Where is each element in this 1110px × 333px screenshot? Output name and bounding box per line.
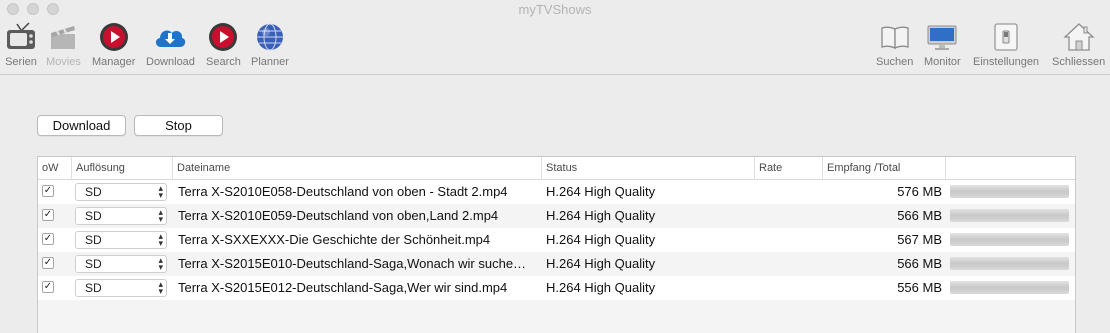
toolbar-label: Serien: [5, 56, 37, 68]
rate-cell: [759, 180, 819, 204]
status-cell: H.264 High Quality: [546, 280, 656, 295]
toolbar-serien-button[interactable]: Serien: [4, 20, 38, 68]
resolution-popup[interactable]: SD ▴ ▾: [75, 255, 167, 273]
toolbar-monitor-button[interactable]: Monitor: [924, 20, 961, 68]
size-cell: 567 MB: [897, 232, 942, 247]
resolution-popup[interactable]: SD ▴ ▾: [75, 183, 167, 201]
resolution-value: SD: [85, 257, 102, 271]
title-bar: myTVShows: [0, 0, 1110, 18]
filename-cell: Terra X-S2010E058-Deutschland von oben -…: [178, 184, 508, 199]
toolbar-label: Monitor: [924, 56, 961, 68]
toolbar-label: Search: [206, 56, 241, 68]
window-title: myTVShows: [518, 2, 592, 17]
table-row[interactable]: ✓ SD ▴ ▾ Terra X-S2010E058-Deutschland von…: [38, 180, 1075, 204]
toolbar-einstellungen-button[interactable]: Einstellungen: [973, 20, 1039, 68]
column-header-status[interactable]: Status: [542, 157, 755, 179]
chevron-updown-icon: ▴ ▾: [158, 231, 163, 248]
toolbar-label: Schliessen: [1052, 56, 1106, 68]
status-cell: H.264 High Quality: [546, 256, 656, 271]
size-cell: 556 MB: [897, 280, 942, 295]
resolution-popup[interactable]: SD ▴ ▾: [75, 279, 167, 297]
chevron-updown-icon: ▴ ▾: [158, 207, 163, 224]
status-cell: H.264 High Quality: [546, 184, 656, 199]
play-circle-icon: [97, 20, 131, 54]
tv-icon: [4, 20, 38, 54]
table-row[interactable]: ✓ SD ▴ ▾ Terra X-S2015E012-Deutschland-Sag…: [38, 276, 1075, 300]
row-checkbox[interactable]: ✓: [42, 233, 54, 245]
resolution-value: SD: [85, 185, 102, 199]
filename-cell: Terra X-S2015E010-Deutschland-Saga,Wonac…: [178, 256, 527, 271]
column-header-resolution[interactable]: Auflösung: [72, 157, 173, 179]
rate-cell: [759, 228, 819, 252]
download-button[interactable]: Download: [37, 115, 126, 136]
play-circle-icon: [206, 20, 240, 54]
column-header-received-total[interactable]: Empfang /Total: [823, 157, 946, 179]
column-header-rate[interactable]: Rate: [755, 157, 823, 179]
rate-cell: [759, 252, 819, 276]
size-cell: 566 MB: [897, 256, 942, 271]
column-header-ow[interactable]: oW: [38, 157, 72, 179]
resolution-popup[interactable]: SD ▴ ▾: [75, 207, 167, 225]
resolution-value: SD: [85, 281, 102, 295]
row-checkbox[interactable]: ✓: [42, 209, 54, 221]
toolbar-label: Suchen: [876, 56, 914, 68]
toolbar: Serien Movies Manager Download Search Pl…: [0, 18, 1110, 75]
toolbar-label: Movies: [46, 56, 81, 68]
toolbar-schliessen-button[interactable]: Schliessen: [1052, 20, 1105, 68]
progress-bar: [950, 281, 1069, 294]
size-cell: 576 MB: [897, 184, 942, 199]
resolution-popup[interactable]: SD ▴ ▾: [75, 231, 167, 249]
switch-icon: [989, 20, 1023, 54]
chevron-updown-icon: ▴ ▾: [158, 183, 163, 200]
resolution-value: SD: [85, 209, 102, 223]
progress-bar: [950, 233, 1069, 246]
filename-cell: Terra X-S2015E012-Deutschland-Saga,Wer w…: [178, 280, 508, 295]
row-checkbox[interactable]: ✓: [42, 257, 54, 269]
progress-bar: [950, 257, 1069, 270]
clapperboard-icon: [46, 20, 80, 54]
toolbar-manager-button[interactable]: Manager: [92, 20, 135, 68]
toolbar-label: Manager: [92, 56, 136, 68]
size-cell: 566 MB: [897, 208, 942, 223]
filename-cell: Terra X-SXXEXXX-Die Geschichte der Schön…: [178, 232, 491, 247]
book-icon: [878, 20, 912, 54]
column-header-filename[interactable]: Dateiname: [173, 157, 542, 179]
chevron-updown-icon: ▴ ▾: [158, 279, 163, 296]
toolbar-download-button[interactable]: Download: [146, 20, 195, 68]
resolution-value: SD: [85, 233, 102, 247]
toolbar-label: Einstellungen: [973, 56, 1040, 68]
column-header-progress: [946, 157, 1075, 179]
globe-icon: [253, 20, 287, 54]
toolbar-movies-button[interactable]: Movies: [46, 20, 81, 68]
toolbar-label: Planner: [251, 56, 289, 68]
toolbar-label: Download: [146, 56, 195, 68]
progress-bar: [950, 209, 1069, 222]
stop-button[interactable]: Stop: [134, 115, 223, 136]
progress-bar: [950, 185, 1069, 198]
table-row[interactable]: ✓ SD ▴ ▾ Terra X-S2015E010-Deutschland-Sag…: [38, 252, 1075, 276]
downloads-table: oW Auflösung Dateiname Status Rate Empfa…: [37, 156, 1076, 333]
table-row[interactable]: ✓ SD ▴ ▾ Terra X-S2010E059-Deutschland von…: [38, 204, 1075, 228]
toolbar-planner-button[interactable]: Planner: [251, 20, 289, 68]
table-row[interactable]: ✓ SD ▴ ▾ Terra X-SXXEXXX-Die Geschichte de…: [38, 228, 1075, 252]
table-header: oW Auflösung Dateiname Status Rate Empfa…: [38, 157, 1075, 180]
rate-cell: [759, 204, 819, 228]
chevron-updown-icon: ▴ ▾: [158, 255, 163, 272]
filename-cell: Terra X-S2010E059-Deutschland von oben,L…: [178, 208, 499, 223]
toolbar-suchen-button[interactable]: Suchen: [876, 20, 913, 68]
toolbar-search-button[interactable]: Search: [206, 20, 241, 68]
rate-cell: [759, 276, 819, 300]
status-cell: H.264 High Quality: [546, 232, 656, 247]
row-checkbox[interactable]: ✓: [42, 185, 54, 197]
status-cell: H.264 High Quality: [546, 208, 656, 223]
row-checkbox[interactable]: ✓: [42, 281, 54, 293]
cloud-download-icon: [153, 20, 187, 54]
monitor-icon: [925, 20, 959, 54]
home-icon: [1062, 20, 1096, 54]
